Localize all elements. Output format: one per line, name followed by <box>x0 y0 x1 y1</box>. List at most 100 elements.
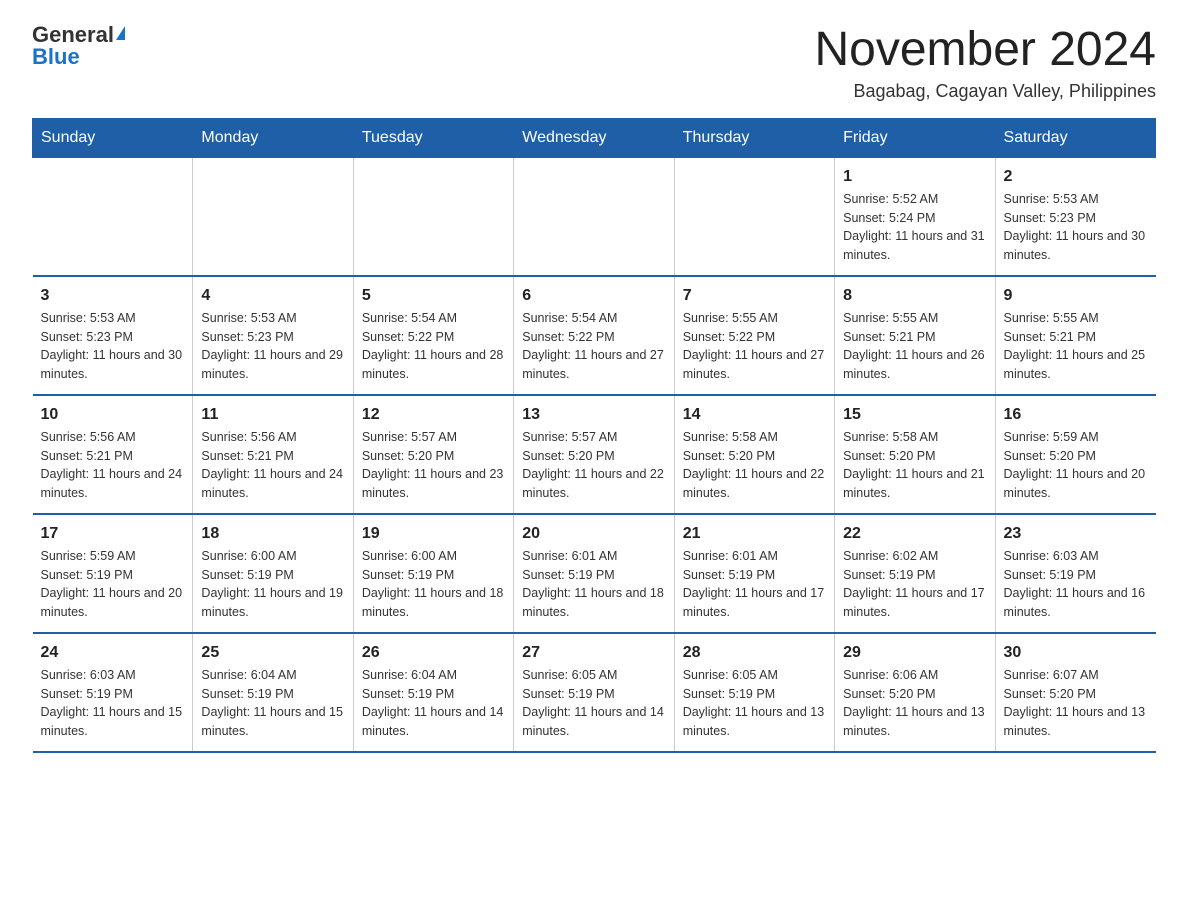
day-number: 30 <box>1004 644 1148 662</box>
week-row-5: 24Sunrise: 6:03 AM Sunset: 5:19 PM Dayli… <box>33 633 1156 752</box>
day-cell: 22 Sunrise: 6:02 AM Sunset: 5:19 PM Dayli… <box>835 514 995 633</box>
logo-general-text: General <box>32 24 114 46</box>
day-number: 24 <box>41 644 185 662</box>
day-number: 5 <box>362 287 505 305</box>
day-cell <box>193 157 353 276</box>
day-cell <box>33 157 193 276</box>
day-cell: 24Sunrise: 6:03 AM Sunset: 5:19 PM Dayli… <box>33 633 193 752</box>
day-cell: 30Sunrise: 6:07 AM Sunset: 5:20 PM Dayli… <box>995 633 1155 752</box>
day-cell: 28 Sunrise: 6:05 AM Sunset: 5:19 PM Dayli… <box>674 633 834 752</box>
day-number: 12 <box>362 406 505 424</box>
day-cell: 1 Sunrise: 5:52 AM Sunset: 5:24 PM Daylig… <box>835 157 995 276</box>
day-cell: 19 Sunrise: 6:00 AM Sunset: 5:19 PM Dayli… <box>353 514 513 633</box>
day-number: 29 <box>843 644 986 662</box>
day-cell: 15 Sunrise: 5:58 AM Sunset: 5:20 PM Dayli… <box>835 395 995 514</box>
day-cell: 6Sunrise: 5:54 AM Sunset: 5:22 PM Daylig… <box>514 276 674 395</box>
day-number: 27 <box>522 644 665 662</box>
day-info: Sunrise: 6:04 AM Sunset: 5:19 PM Dayligh… <box>201 666 344 741</box>
day-info: Sunrise: 6:02 AM Sunset: 5:19 PM Dayligh… <box>843 547 986 622</box>
day-number: 23 <box>1004 525 1148 543</box>
day-number: 21 <box>683 525 826 543</box>
day-info: Sunrise: 5:59 AM Sunset: 5:20 PM Dayligh… <box>1004 428 1148 503</box>
day-info: Sunrise: 6:00 AM Sunset: 5:19 PM Dayligh… <box>201 547 344 622</box>
day-number: 1 <box>843 168 986 186</box>
header-wednesday: Wednesday <box>514 118 674 157</box>
header-monday: Monday <box>193 118 353 157</box>
day-cell: 8 Sunrise: 5:55 AM Sunset: 5:21 PM Daylig… <box>835 276 995 395</box>
day-info: Sunrise: 5:58 AM Sunset: 5:20 PM Dayligh… <box>843 428 986 503</box>
day-info: Sunrise: 6:06 AM Sunset: 5:20 PM Dayligh… <box>843 666 986 741</box>
day-number: 11 <box>201 406 344 424</box>
logo: General Blue <box>32 24 125 68</box>
day-info: Sunrise: 5:58 AM Sunset: 5:20 PM Dayligh… <box>683 428 826 503</box>
logo-blue-text: Blue <box>32 46 80 68</box>
header-friday: Friday <box>835 118 995 157</box>
day-cell: 14Sunrise: 5:58 AM Sunset: 5:20 PM Dayli… <box>674 395 834 514</box>
header-tuesday: Tuesday <box>353 118 513 157</box>
day-cell: 2Sunrise: 5:53 AM Sunset: 5:23 PM Daylig… <box>995 157 1155 276</box>
day-info: Sunrise: 6:05 AM Sunset: 5:19 PM Dayligh… <box>522 666 665 741</box>
day-cell: 5 Sunrise: 5:54 AM Sunset: 5:22 PM Daylig… <box>353 276 513 395</box>
day-number: 9 <box>1004 287 1148 305</box>
day-cell: 20 Sunrise: 6:01 AM Sunset: 5:19 PM Dayli… <box>514 514 674 633</box>
day-info: Sunrise: 6:01 AM Sunset: 5:19 PM Dayligh… <box>522 547 665 622</box>
day-cell: 17 Sunrise: 5:59 AM Sunset: 5:19 PM Dayli… <box>33 514 193 633</box>
day-info: Sunrise: 6:03 AM Sunset: 5:19 PM Dayligh… <box>1004 547 1148 622</box>
title-block: November 2024 Bagabag, Cagayan Valley, P… <box>814 24 1156 102</box>
day-info: Sunrise: 5:57 AM Sunset: 5:20 PM Dayligh… <box>362 428 505 503</box>
day-cell: 26Sunrise: 6:04 AM Sunset: 5:19 PM Dayli… <box>353 633 513 752</box>
day-info: Sunrise: 5:55 AM Sunset: 5:21 PM Dayligh… <box>843 309 986 384</box>
day-cell: 29 Sunrise: 6:06 AM Sunset: 5:20 PM Dayli… <box>835 633 995 752</box>
week-row-1: 1 Sunrise: 5:52 AM Sunset: 5:24 PM Daylig… <box>33 157 1156 276</box>
day-number: 19 <box>362 525 505 543</box>
day-number: 8 <box>843 287 986 305</box>
day-cell <box>353 157 513 276</box>
day-cell: 27 Sunrise: 6:05 AM Sunset: 5:19 PM Dayli… <box>514 633 674 752</box>
day-number: 7 <box>683 287 826 305</box>
day-number: 16 <box>1004 406 1148 424</box>
logo-triangle-icon <box>116 26 125 40</box>
day-cell: 12 Sunrise: 5:57 AM Sunset: 5:20 PM Dayli… <box>353 395 513 514</box>
day-info: Sunrise: 5:54 AM Sunset: 5:22 PM Dayligh… <box>522 309 665 384</box>
header-thursday: Thursday <box>674 118 834 157</box>
day-cell: 18Sunrise: 6:00 AM Sunset: 5:19 PM Dayli… <box>193 514 353 633</box>
day-info: Sunrise: 6:00 AM Sunset: 5:19 PM Dayligh… <box>362 547 505 622</box>
header-row: SundayMondayTuesdayWednesdayThursdayFrid… <box>33 118 1156 157</box>
day-number: 17 <box>41 525 185 543</box>
header-saturday: Saturday <box>995 118 1155 157</box>
calendar-table: SundayMondayTuesdayWednesdayThursdayFrid… <box>32 118 1156 753</box>
day-info: Sunrise: 6:01 AM Sunset: 5:19 PM Dayligh… <box>683 547 826 622</box>
day-number: 22 <box>843 525 986 543</box>
day-number: 10 <box>41 406 185 424</box>
day-cell: 23 Sunrise: 6:03 AM Sunset: 5:19 PM Dayli… <box>995 514 1155 633</box>
day-number: 28 <box>683 644 826 662</box>
day-info: Sunrise: 5:59 AM Sunset: 5:19 PM Dayligh… <box>41 547 185 622</box>
day-info: Sunrise: 5:57 AM Sunset: 5:20 PM Dayligh… <box>522 428 665 503</box>
day-info: Sunrise: 5:56 AM Sunset: 5:21 PM Dayligh… <box>201 428 344 503</box>
day-info: Sunrise: 6:05 AM Sunset: 5:19 PM Dayligh… <box>683 666 826 741</box>
day-number: 3 <box>41 287 185 305</box>
header-sunday: Sunday <box>33 118 193 157</box>
day-info: Sunrise: 5:55 AM Sunset: 5:21 PM Dayligh… <box>1004 309 1148 384</box>
day-number: 20 <box>522 525 665 543</box>
day-info: Sunrise: 5:55 AM Sunset: 5:22 PM Dayligh… <box>683 309 826 384</box>
day-cell: 25 Sunrise: 6:04 AM Sunset: 5:19 PM Dayli… <box>193 633 353 752</box>
day-info: Sunrise: 5:54 AM Sunset: 5:22 PM Dayligh… <box>362 309 505 384</box>
day-number: 15 <box>843 406 986 424</box>
day-cell <box>514 157 674 276</box>
day-info: Sunrise: 5:53 AM Sunset: 5:23 PM Dayligh… <box>201 309 344 384</box>
page-header: General Blue November 2024 Bagabag, Caga… <box>32 24 1156 102</box>
week-row-4: 17 Sunrise: 5:59 AM Sunset: 5:19 PM Dayli… <box>33 514 1156 633</box>
day-cell: 4Sunrise: 5:53 AM Sunset: 5:23 PM Daylig… <box>193 276 353 395</box>
day-number: 25 <box>201 644 344 662</box>
day-cell: 7 Sunrise: 5:55 AM Sunset: 5:22 PM Daylig… <box>674 276 834 395</box>
day-info: Sunrise: 5:56 AM Sunset: 5:21 PM Dayligh… <box>41 428 185 503</box>
day-number: 26 <box>362 644 505 662</box>
week-row-2: 3 Sunrise: 5:53 AM Sunset: 5:23 PM Daylig… <box>33 276 1156 395</box>
day-cell: 13 Sunrise: 5:57 AM Sunset: 5:20 PM Dayli… <box>514 395 674 514</box>
day-info: Sunrise: 5:52 AM Sunset: 5:24 PM Dayligh… <box>843 190 986 265</box>
calendar-subtitle: Bagabag, Cagayan Valley, Philippines <box>814 81 1156 102</box>
day-info: Sunrise: 5:53 AM Sunset: 5:23 PM Dayligh… <box>41 309 185 384</box>
day-cell: 10 Sunrise: 5:56 AM Sunset: 5:21 PM Dayli… <box>33 395 193 514</box>
day-number: 13 <box>522 406 665 424</box>
